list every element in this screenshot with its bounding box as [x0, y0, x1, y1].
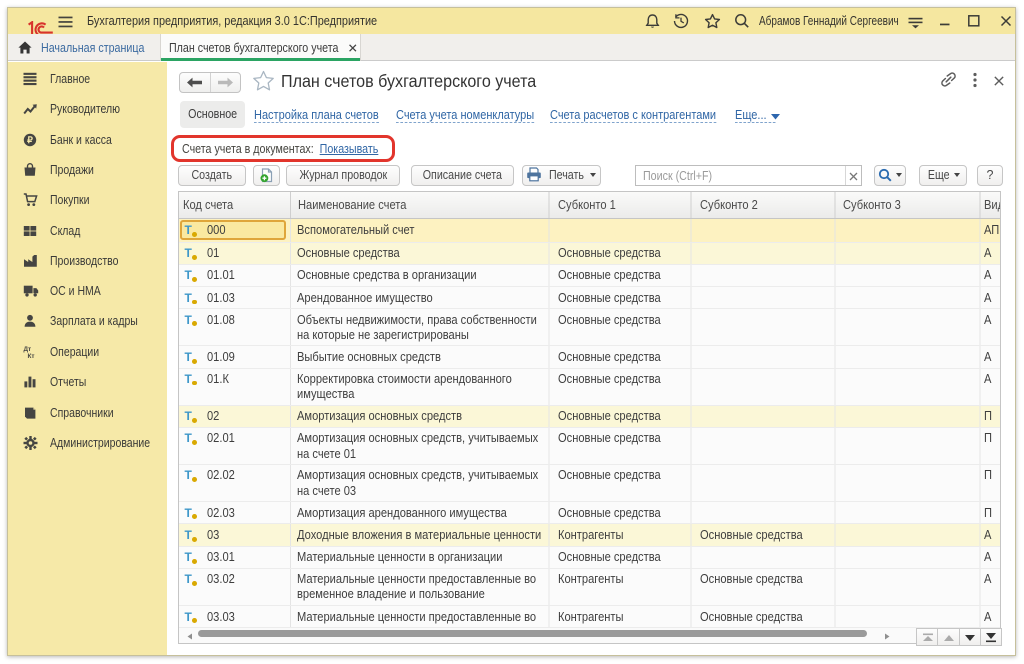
svg-text:₽: ₽: [27, 135, 33, 145]
svg-text:Дт: Дт: [24, 346, 32, 353]
svg-text:Кт: Кт: [28, 353, 35, 359]
